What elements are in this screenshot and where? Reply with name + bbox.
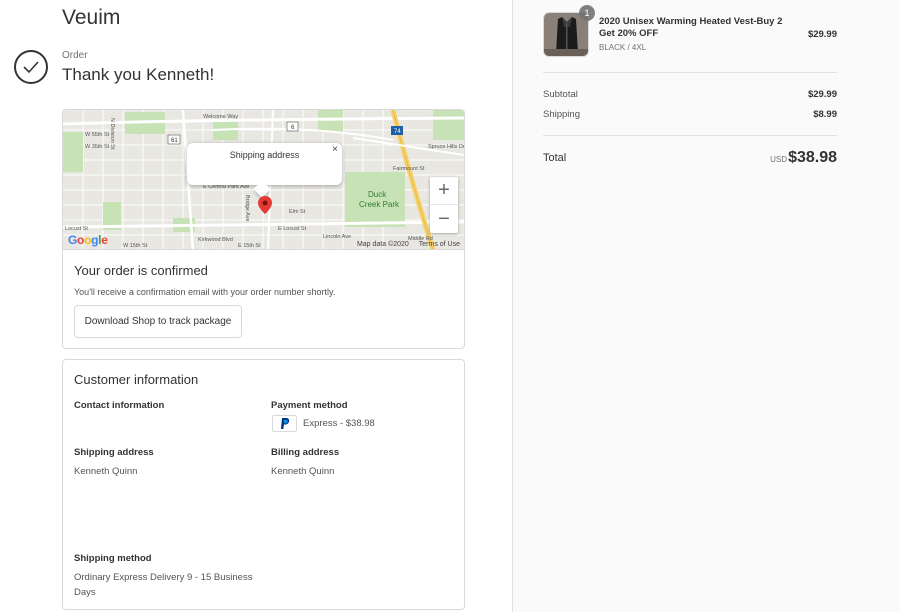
shipping-value: $8.99 [813, 109, 837, 120]
divider [543, 135, 837, 136]
subtotal-label: Subtotal [543, 89, 578, 100]
confirmation-text: You'll receive a confirmation email with… [74, 287, 336, 297]
payment-method-label: Payment method [271, 400, 348, 411]
total-label: Total [543, 152, 567, 164]
shipping-method-value: Ordinary Express Delivery 9 - 15 Busines… [74, 572, 253, 598]
terms-of-use-link[interactable]: Terms of Use [419, 241, 460, 248]
shipping-address-popup: Shipping address × [187, 143, 342, 198]
popup-text: Shipping address [229, 150, 300, 160]
svg-text:74: 74 [394, 129, 401, 135]
shipping-address-label: Shipping address [74, 447, 154, 458]
confirmation-title: Your order is confirmed [74, 263, 208, 278]
zoom-out-button[interactable]: − [430, 205, 458, 233]
svg-text:W 35th St: W 35th St [85, 144, 110, 150]
divider [543, 72, 837, 73]
svg-text:N Division St: N Division St [109, 118, 115, 150]
svg-text:Creek Park: Creek Park [359, 200, 400, 209]
store-name[interactable]: Veuim [62, 6, 120, 30]
order-label: Order [62, 50, 88, 61]
svg-text:Fairmount St: Fairmount St [393, 166, 425, 172]
shipping-method-label: Shipping method [74, 553, 152, 564]
order-summary-sidebar: 1 2020 Unisex Warming Heated Vest-Buy 2 … [512, 0, 900, 612]
product-variant: BLACK / 4XL [599, 43, 647, 52]
shipping-label: Shipping [543, 109, 580, 120]
svg-text:Kirkwood Blvd: Kirkwood Blvd [198, 237, 233, 243]
billing-address-name: Kenneth Quinn [271, 466, 335, 477]
subtotal-value: $29.99 [807, 89, 837, 100]
svg-text:Welcome Way: Welcome Way [203, 114, 238, 120]
shipping-address-name: Kenneth Quinn [74, 466, 138, 477]
svg-text:W 15th St: W 15th St [123, 243, 148, 249]
zoom-in-button[interactable]: + [430, 177, 458, 205]
paypal-icon [272, 415, 297, 432]
product-price: $29.99 [807, 29, 837, 40]
checkout-main: Veuim Order Thank you Kenneth! W 55th St… [0, 0, 512, 612]
svg-text:Lincoln Ave: Lincoln Ave [323, 234, 351, 240]
total-value: $38.98 [788, 149, 837, 166]
svg-text:61: 61 [171, 138, 178, 144]
svg-text:E Locust St: E Locust St [278, 226, 307, 232]
product-name: 2020 Unisex Warming Heated Vest-Buy 2 Ge… [599, 16, 783, 39]
shipping-map[interactable]: W 55th St W 35th St E Central Park Ave E… [63, 110, 464, 250]
map-footer: Map data ©2020 Terms of Use [349, 241, 460, 248]
svg-text:Duck: Duck [368, 190, 387, 199]
popup-close-icon[interactable]: × [332, 144, 338, 155]
svg-text:Locust St: Locust St [65, 226, 88, 232]
thank-you-heading: Thank you Kenneth! [62, 65, 215, 84]
quantity-badge: 1 [579, 5, 595, 21]
customer-information-card: Customer information Contact information… [62, 359, 465, 610]
download-shop-button[interactable]: Download Shop to track package [74, 305, 242, 338]
svg-text:Elm St: Elm St [289, 209, 306, 215]
google-logo[interactable]: Google [68, 233, 108, 247]
billing-address-label: Billing address [271, 447, 340, 458]
map-data-text: Map data ©2020 [356, 241, 409, 248]
map-pin-icon[interactable] [258, 196, 272, 219]
check-circle-icon [14, 50, 48, 84]
svg-text:Spruce Hills Dr: Spruce Hills Dr [428, 144, 464, 150]
payment-method-value: Express - $38.98 [303, 418, 375, 429]
currency-code: USD [770, 155, 787, 164]
map-zoom-controls: + − [430, 177, 458, 233]
svg-text:E 15th St: E 15th St [238, 243, 261, 249]
customer-info-title: Customer information [74, 372, 199, 387]
svg-text:Bridge Ave: Bridge Ave [244, 195, 250, 222]
order-confirmation-card: W 55th St W 35th St E Central Park Ave E… [62, 109, 465, 349]
svg-text:W 55th St: W 55th St [85, 132, 110, 138]
contact-info-label: Contact information [74, 400, 165, 411]
